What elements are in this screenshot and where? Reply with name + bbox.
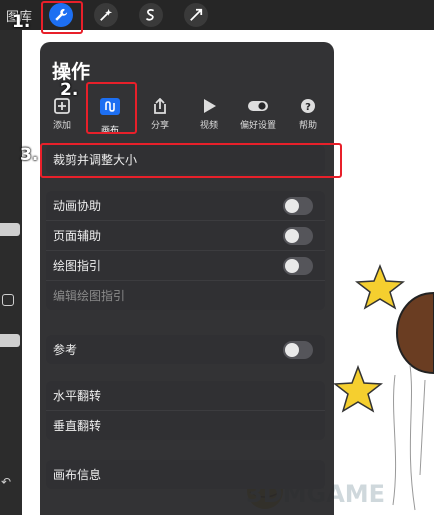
row-label: 页面辅助 <box>53 229 102 243</box>
tab-video[interactable]: 视频 <box>187 98 231 134</box>
step-1-label: 1. <box>12 12 31 32</box>
row-label: 裁剪并调整大小 <box>53 153 138 167</box>
brush-size-slider[interactable] <box>0 223 20 236</box>
row-label: 画布信息 <box>53 468 102 482</box>
play-icon <box>204 99 216 113</box>
tab-share[interactable]: 分享 <box>138 98 182 134</box>
drawing-guide-toggle[interactable] <box>283 257 313 275</box>
animation-assist-toggle[interactable] <box>283 197 313 215</box>
share-icon <box>154 98 166 114</box>
canvas-info-row[interactable]: 画布信息 <box>46 460 325 489</box>
flip-vertical-row[interactable]: 垂直翻转 <box>46 411 325 440</box>
tab-label: 画布 <box>100 126 119 136</box>
tab-label: 视频 <box>199 121 218 131</box>
actions-panel: 操作 添加 画布 分享 视频 偏好设置 ? 帮助 裁剪并调整大小 动画协助 页面… <box>40 42 334 515</box>
crop-resize-row[interactable]: 裁剪并调整大小 <box>46 145 325 174</box>
add-image-icon <box>54 98 70 114</box>
tab-label: 帮助 <box>298 121 317 131</box>
step-3-label: 3. <box>20 145 39 165</box>
page-assist-row[interactable]: 页面辅助 <box>46 221 325 250</box>
row-label: 水平翻转 <box>53 389 102 403</box>
tab-preferences[interactable]: 偏好设置 <box>236 98 280 134</box>
tab-add[interactable]: 添加 <box>40 98 84 134</box>
transform-arrow-icon <box>190 8 203 21</box>
drawing-guide-row[interactable]: 绘图指引 <box>46 251 325 280</box>
magic-wand-icon <box>100 8 113 21</box>
page-assist-toggle[interactable] <box>283 227 313 245</box>
undo-icon[interactable]: ↶ <box>1 475 11 489</box>
row-label: 垂直翻转 <box>53 419 102 433</box>
top-toolbar: 图库 <box>0 0 434 30</box>
selection-button[interactable] <box>139 3 163 27</box>
sketch-lines-illustration <box>392 364 426 511</box>
row-label: 绘图指引 <box>53 259 102 273</box>
tab-canvas[interactable]: 画布 <box>88 98 132 136</box>
transform-button[interactable] <box>184 3 208 27</box>
tab-label: 偏好设置 <box>239 121 276 131</box>
tab-label: 添加 <box>52 121 71 131</box>
tab-help[interactable]: ? 帮助 <box>286 98 330 134</box>
adjustments-button[interactable] <box>94 3 118 27</box>
help-icon: ? <box>301 99 315 113</box>
opacity-slider[interactable] <box>0 334 20 347</box>
actions-button[interactable] <box>49 3 73 27</box>
row-label: 参考 <box>53 343 78 357</box>
reference-toggle[interactable] <box>283 341 313 359</box>
flip-horizontal-row[interactable]: 水平翻转 <box>46 381 325 410</box>
toggle-icon <box>248 101 268 111</box>
reference-row[interactable]: 参考 <box>46 335 325 364</box>
modify-button[interactable] <box>2 294 14 306</box>
wrench-icon <box>55 8 68 21</box>
canvas-icon <box>100 98 120 115</box>
tab-label: 分享 <box>150 121 169 131</box>
step-2-label: 2. <box>60 80 79 100</box>
edit-drawing-guide-row: 编辑绘图指引 <box>46 281 325 310</box>
left-sidebar: ↶ <box>0 30 22 515</box>
row-label: 编辑绘图指引 <box>53 289 126 303</box>
selection-icon <box>145 9 155 21</box>
row-label: 动画协助 <box>53 199 102 213</box>
animation-assist-row[interactable]: 动画协助 <box>46 191 325 220</box>
star-illustration <box>333 365 383 413</box>
svg-text:?: ? <box>305 102 311 113</box>
